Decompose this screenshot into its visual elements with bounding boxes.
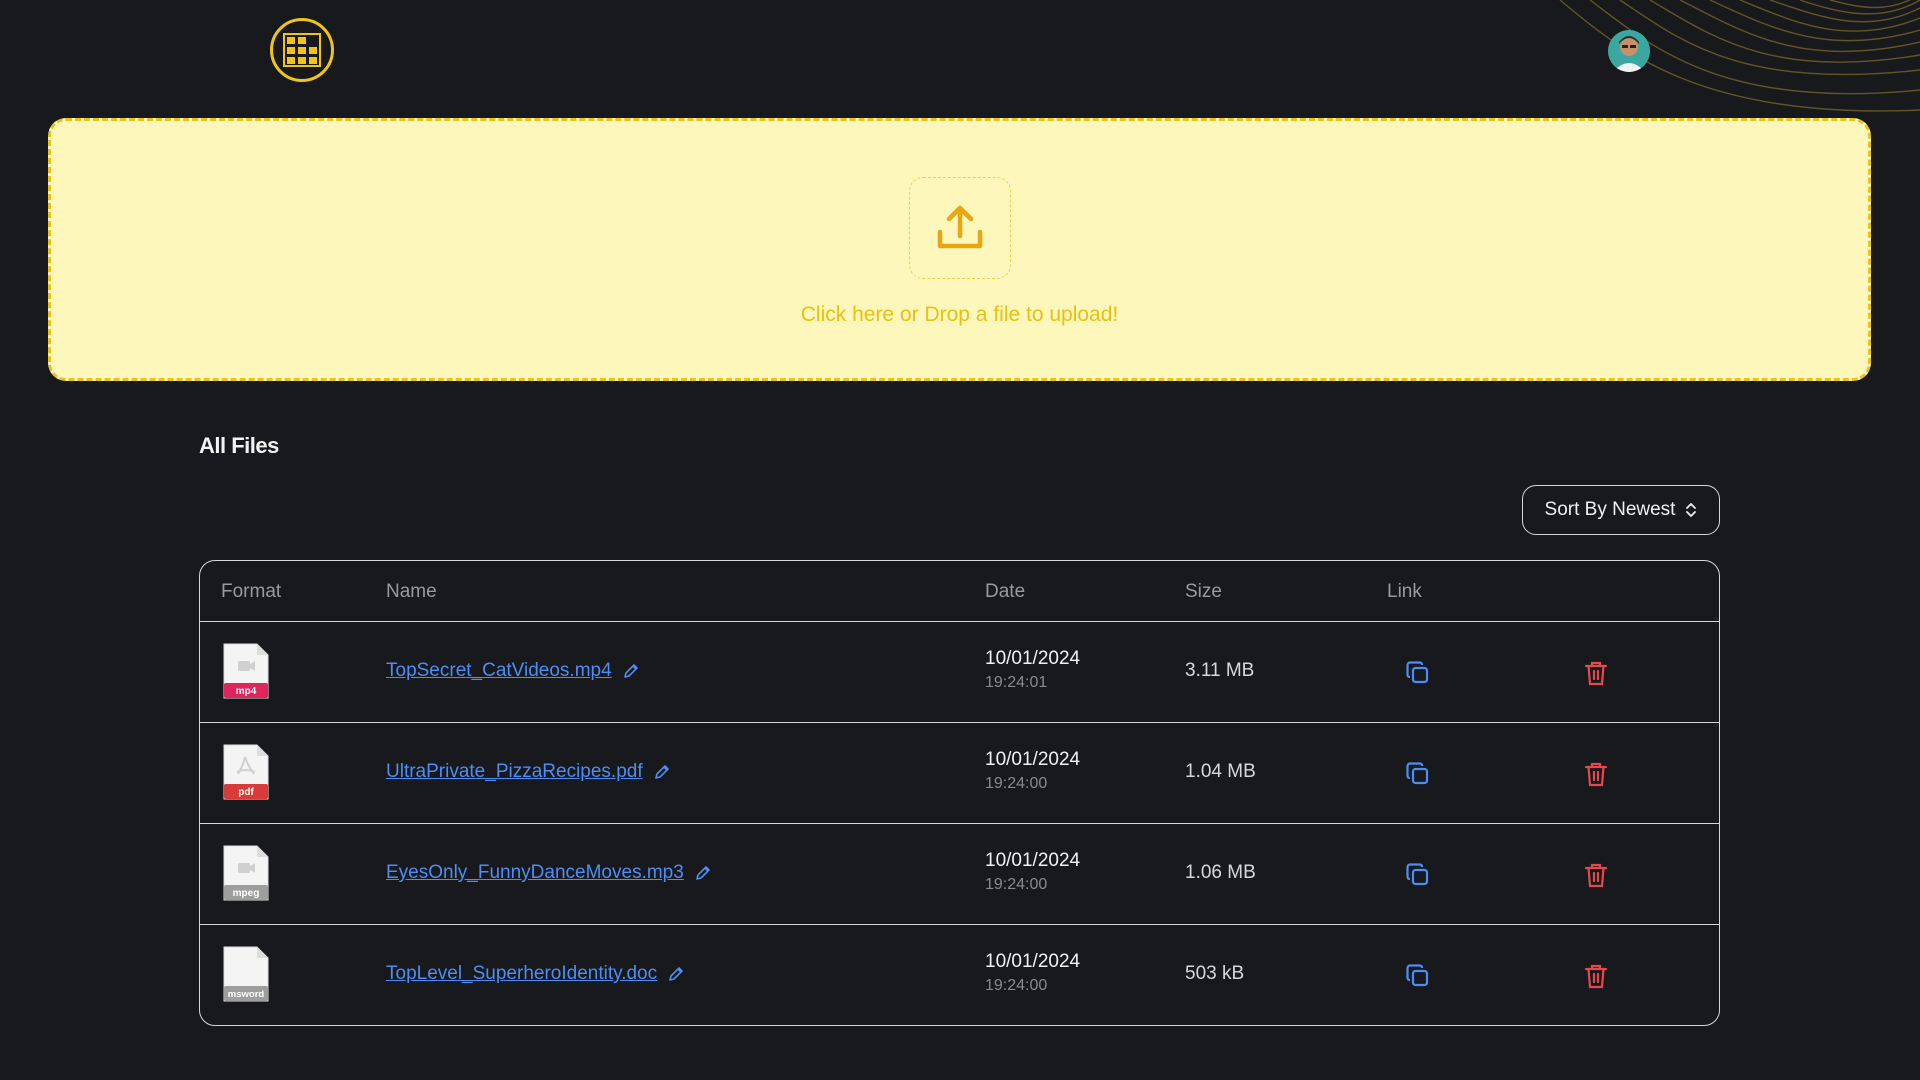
- table-header: Format Name Date Size Link: [200, 561, 1719, 622]
- file-name-link[interactable]: UltraPrivate_PizzaRecipes.pdf: [386, 761, 671, 783]
- file-name-link[interactable]: TopLevel_SuperheroIdentity.doc: [386, 963, 685, 985]
- column-header-name: Name: [386, 581, 437, 602]
- dropzone-label: Click here or Drop a file to upload!: [800, 302, 1119, 326]
- files-table: Format Name Date Size Link mp4 TopSecret…: [199, 560, 1720, 1026]
- pencil-edit-icon[interactable]: [694, 864, 712, 882]
- format-badge: mp4: [236, 686, 257, 697]
- file-size: 1.06 MB: [1185, 862, 1256, 883]
- file-size: 3.11 MB: [1185, 660, 1255, 681]
- file-name-link[interactable]: EyesOnly_FunnyDanceMoves.mp3: [386, 862, 712, 884]
- format-badge: msword: [228, 989, 265, 1000]
- upload-button[interactable]: [908, 176, 1011, 279]
- app-logo[interactable]: [270, 18, 334, 82]
- file-date: 10/01/2024 19:24:01: [985, 648, 1080, 692]
- format-badge: pdf: [238, 787, 254, 798]
- chevron-up-down-icon: [1686, 503, 1697, 517]
- file-date-value: 10/01/2024: [985, 749, 1081, 770]
- file-name-text: UltraPrivate_PizzaRecipes.pdf: [386, 761, 643, 782]
- sort-label: Sort By Newest: [1544, 499, 1676, 520]
- column-header-link: Link: [1387, 581, 1422, 602]
- file-date: 10/01/2024 19:24:00: [985, 850, 1080, 894]
- file-size: 1.04 MB: [1185, 761, 1256, 782]
- table-row: msword TopLevel_SuperheroIdentity.doc 10…: [200, 925, 1719, 1025]
- file-name-text: TopSecret_CatVideos.mp4: [386, 660, 612, 681]
- building-logo-icon: [283, 33, 321, 67]
- file-dropzone[interactable]: Click here or Drop a file to upload!: [48, 118, 1871, 381]
- copy-link-icon[interactable]: [1405, 660, 1431, 686]
- copy-link-icon[interactable]: [1405, 862, 1431, 888]
- pencil-edit-icon[interactable]: [622, 662, 640, 680]
- column-header-size: Size: [1185, 581, 1222, 602]
- file-time-value: 19:24:01: [985, 674, 1048, 691]
- file-date-value: 10/01/2024: [985, 648, 1081, 669]
- pencil-edit-icon[interactable]: [653, 763, 671, 781]
- file-date: 10/01/2024 19:24:00: [985, 749, 1080, 793]
- audio-file-icon: mpeg: [223, 845, 269, 901]
- file-name-link[interactable]: TopSecret_CatVideos.mp4: [386, 660, 640, 682]
- file-time-value: 19:24:00: [985, 775, 1048, 792]
- user-avatar-icon: [1608, 30, 1650, 72]
- pdf-file-icon: pdf: [223, 744, 269, 800]
- file-time-value: 19:24:00: [985, 876, 1048, 893]
- copy-link-icon[interactable]: [1405, 963, 1431, 989]
- all-files-heading: All Files: [199, 433, 279, 458]
- delete-trash-icon[interactable]: [1584, 862, 1608, 888]
- table-row: pdf UltraPrivate_PizzaRecipes.pdf 10/01/…: [200, 723, 1719, 824]
- column-header-date: Date: [985, 581, 1026, 602]
- delete-trash-icon[interactable]: [1584, 761, 1608, 787]
- format-badge: mpeg: [233, 888, 260, 899]
- file-date: 10/01/2024 19:24:00: [985, 951, 1080, 995]
- file-date-value: 10/01/2024: [985, 951, 1081, 972]
- table-row: mpeg EyesOnly_FunnyDanceMoves.mp3 10/01/…: [200, 824, 1719, 925]
- video-file-icon: mp4: [223, 643, 269, 699]
- copy-link-icon[interactable]: [1405, 761, 1431, 787]
- file-size: 503 kB: [1185, 963, 1245, 984]
- pencil-edit-icon[interactable]: [667, 965, 685, 983]
- file-name-text: EyesOnly_FunnyDanceMoves.mp3: [386, 862, 684, 883]
- sort-button[interactable]: Sort By Newest: [1522, 485, 1720, 535]
- file-name-text: TopLevel_SuperheroIdentity.doc: [386, 963, 658, 984]
- user-avatar[interactable]: [1608, 30, 1650, 72]
- file-date-value: 10/01/2024: [985, 850, 1081, 871]
- upload-arrow-icon: [937, 205, 982, 248]
- column-header-format: Format: [221, 581, 282, 602]
- document-file-icon: msword: [223, 946, 269, 1002]
- delete-trash-icon[interactable]: [1584, 963, 1608, 989]
- table-row: mp4 TopSecret_CatVideos.mp4 10/01/2024 1…: [200, 622, 1719, 723]
- delete-trash-icon[interactable]: [1584, 660, 1608, 686]
- file-time-value: 19:24:00: [985, 977, 1048, 994]
